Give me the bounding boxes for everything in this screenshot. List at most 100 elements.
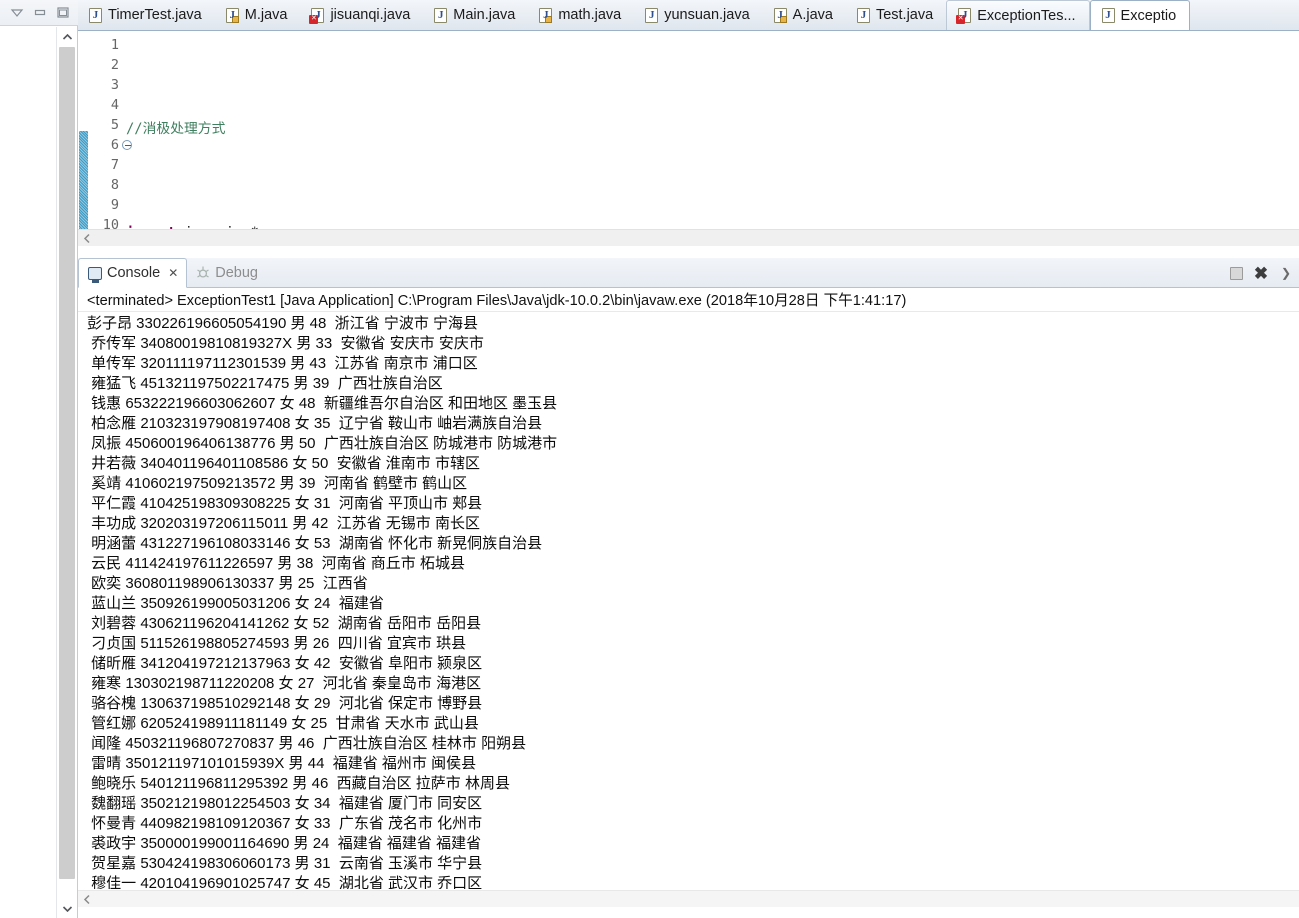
editor-tab-jisuanqi[interactable]: jisuanqi.java bbox=[300, 0, 423, 30]
console-icon bbox=[88, 266, 102, 283]
eclipse-ide-window: TimerTest.java M.java jisuanqi.java Main… bbox=[0, 0, 1299, 918]
editor-horizontal-scrollbar[interactable] bbox=[78, 229, 1299, 246]
console-tab-label: Debug bbox=[215, 264, 258, 281]
console-line: 雍猛飞 451321197502217475 男 39 广西壮族自治区 bbox=[87, 375, 443, 392]
editor-tab-label: Exceptio bbox=[1120, 7, 1177, 24]
line-number: 2 bbox=[110, 57, 119, 73]
console-line: 骆谷槐 130637198510292148 女 29 河北省 保定市 博野县 bbox=[87, 695, 483, 712]
changed-lines-marker bbox=[79, 131, 88, 235]
editor-tab-label: Test.java bbox=[875, 7, 934, 23]
console-line: 井若薇 340401196401108586 女 50 安徽省 淮南市 市辖区 bbox=[87, 455, 480, 472]
editor-tab-label: M.java bbox=[244, 7, 288, 23]
java-file-warning-icon bbox=[225, 7, 239, 23]
left-view-column bbox=[0, 0, 78, 918]
left-view-toolbar bbox=[0, 0, 78, 26]
console-line: 雍寒 130302198711220208 女 27 河北省 秦皇岛市 海港区 bbox=[87, 675, 482, 692]
console-line: 鲍晓乐 540121196811295392 男 46 西藏自治区 拉萨市 林周… bbox=[87, 775, 510, 792]
editor-bottom-strip bbox=[78, 246, 1299, 258]
console-line: 明涵蕾 431227196108033146 女 53 湖南省 怀化市 新晃侗族… bbox=[87, 535, 543, 552]
code-comment: //消极处理方式 bbox=[126, 121, 226, 137]
console-line: 刁贞国 511526198805274593 男 26 四川省 宜宾市 珙县 bbox=[87, 635, 467, 652]
console-line: 怀曼青 440982198109120367 女 33 广东省 茂名市 化州市 bbox=[87, 815, 483, 832]
editor-tab-m[interactable]: M.java bbox=[215, 0, 301, 30]
console-line: 储昕雁 341204197212137963 女 42 安徽省 阜阳市 颍泉区 bbox=[87, 655, 483, 672]
console-horizontal-scrollbar[interactable] bbox=[78, 890, 1299, 907]
console-line: 乔传军 34080019810819327X 男 33 安徽省 安庆市 安庆市 bbox=[87, 335, 484, 352]
line-number-gutter: 1 2 3 4 5 6 7 8 9 10 bbox=[88, 31, 132, 235]
java-file-icon bbox=[89, 7, 102, 23]
console-line: 单传军 320111197112301539 男 43 江苏省 南京市 浦口区 bbox=[87, 355, 478, 372]
console-line: 管红娜 620524198911181149 女 25 甘肃省 天水市 武山县 bbox=[87, 715, 479, 732]
editor-tab-math[interactable]: math.java bbox=[528, 0, 634, 30]
editor-tab-label: yunsuan.java bbox=[664, 7, 750, 23]
console-line: 魏翻瑶 350212198012254503 女 34 福建省 厦门市 同安区 bbox=[87, 795, 483, 812]
console-line: 蓝山兰 350926199005031206 女 24 福建省 bbox=[87, 595, 384, 612]
minimize-icon[interactable] bbox=[33, 6, 47, 19]
console-bottom-strip bbox=[78, 907, 1299, 918]
console-toolbar: ✖ ❯ bbox=[1228, 258, 1299, 288]
console-launch-header: <terminated> ExceptionTest1 [Java Applic… bbox=[78, 288, 1299, 312]
editor-tab-label: ExceptionTes... bbox=[977, 7, 1076, 24]
java-file-icon bbox=[856, 7, 870, 23]
code-editor-pane[interactable]: 1 2 3 4 5 6 7 8 9 10 //消极处理方式 import jav… bbox=[78, 31, 1299, 258]
scroll-up-arrow-icon[interactable] bbox=[57, 27, 77, 46]
console-tab-label: Console bbox=[107, 265, 161, 281]
left-view-scrollbar[interactable] bbox=[56, 27, 76, 918]
editor-tab-label: math.java bbox=[558, 7, 622, 23]
line-number: 5 bbox=[110, 117, 119, 133]
console-line: 奚靖 410602197509213572 男 39 河南省 鹤壁市 鹤山区 bbox=[87, 475, 468, 492]
scroll-left-arrow-icon[interactable] bbox=[78, 891, 95, 908]
console-line: 穆佳一 420104196901025747 女 45 湖北省 武汉市 乔口区 bbox=[87, 875, 483, 889]
scroll-down-arrow-icon[interactable] bbox=[57, 899, 77, 918]
line-number: 8 bbox=[110, 177, 119, 193]
line-number: 3 bbox=[110, 77, 119, 93]
editor-tab-bar: TimerTest.java M.java jisuanqi.java Main… bbox=[78, 0, 1299, 31]
scrollbar-thumb[interactable] bbox=[59, 47, 75, 879]
java-file-icon bbox=[1101, 8, 1115, 23]
console-output[interactable]: 彭子昂 330226196605054190 男 48 浙江省 宁波市 宁海县 … bbox=[78, 313, 1299, 889]
console-line: 凤振 450600196406138776 男 50 广西壮族自治区 防城港市 … bbox=[87, 435, 558, 452]
code-line: //消极处理方式 bbox=[126, 119, 649, 139]
editor-tab-label: jisuanqi.java bbox=[330, 7, 411, 23]
line-number: 6 bbox=[88, 135, 132, 155]
editor-tab-timertest[interactable]: TimerTest.java bbox=[78, 0, 215, 30]
minimize-triangle-icon[interactable] bbox=[10, 6, 24, 19]
close-console-button[interactable]: ✖ bbox=[1253, 265, 1269, 282]
line-number: 7 bbox=[110, 157, 119, 173]
editor-tab-yunsuan[interactable]: yunsuan.java bbox=[634, 0, 762, 30]
java-file-warning-icon bbox=[539, 7, 553, 23]
terminate-button[interactable] bbox=[1228, 265, 1244, 281]
scroll-left-arrow-icon[interactable] bbox=[78, 230, 95, 247]
editor-tab-main[interactable]: Main.java bbox=[423, 0, 528, 30]
console-line: 钱惠 653222196603062607 女 48 新疆维吾尔自治区 和田地区… bbox=[87, 395, 558, 412]
editor-tab-a[interactable]: A.java bbox=[763, 0, 846, 30]
annotation-ruler[interactable] bbox=[78, 31, 88, 235]
java-file-icon bbox=[434, 7, 448, 23]
console-line: 云民 411424197611226597 男 38 河南省 商丘市 柘城县 bbox=[87, 555, 465, 572]
editor-tab-label: A.java bbox=[792, 7, 833, 23]
console-tab-bar: Console ✕ Debug ✖ ❯ bbox=[78, 258, 1299, 288]
view-menu-button[interactable]: ❯ bbox=[1278, 265, 1294, 281]
console-line: 贺星嘉 530424198306060173 男 31 云南省 玉溪市 华宁县 bbox=[87, 855, 483, 872]
debug-icon bbox=[196, 266, 210, 280]
code-text[interactable]: //消极处理方式 import java.io.*; class Excepti… bbox=[126, 35, 649, 258]
close-icon[interactable]: ✕ bbox=[168, 266, 178, 280]
console-line: 闻隆 450321196807270837 男 46 广西壮族自治区 桂林市 阳… bbox=[87, 735, 527, 752]
editor-area: TimerTest.java M.java jisuanqi.java Main… bbox=[78, 0, 1299, 258]
java-file-icon bbox=[645, 7, 659, 23]
maximize-icon[interactable] bbox=[56, 6, 70, 19]
console-line: 裘政宇 350000199001164690 男 24 福建省 福建省 福建省 bbox=[87, 835, 482, 852]
console-line: 柏念雁 210323197908197408 女 35 辽宁省 鞍山市 岫岩满族… bbox=[87, 415, 543, 432]
tab-debug[interactable]: Debug bbox=[187, 258, 266, 287]
editor-tab-test[interactable]: Test.java bbox=[846, 0, 946, 30]
java-file-error-icon bbox=[956, 8, 972, 24]
editor-tab-label: TimerTest.java bbox=[108, 7, 202, 23]
editor-tab-exceptiontes[interactable]: ExceptionTes... bbox=[946, 0, 1090, 30]
editor-tab-label: Main.java bbox=[453, 7, 516, 23]
console-line: 刘碧蓉 430621196204141262 女 52 湖南省 岳阳市 岳阳县 bbox=[87, 615, 482, 632]
tab-console[interactable]: Console ✕ bbox=[78, 258, 188, 288]
editor-tab-exceptio-active[interactable]: Exceptio bbox=[1089, 0, 1191, 30]
console-line: 彭子昂 330226196605054190 男 48 浙江省 宁波市 宁海县 bbox=[87, 315, 479, 332]
line-number: 4 bbox=[110, 97, 119, 113]
